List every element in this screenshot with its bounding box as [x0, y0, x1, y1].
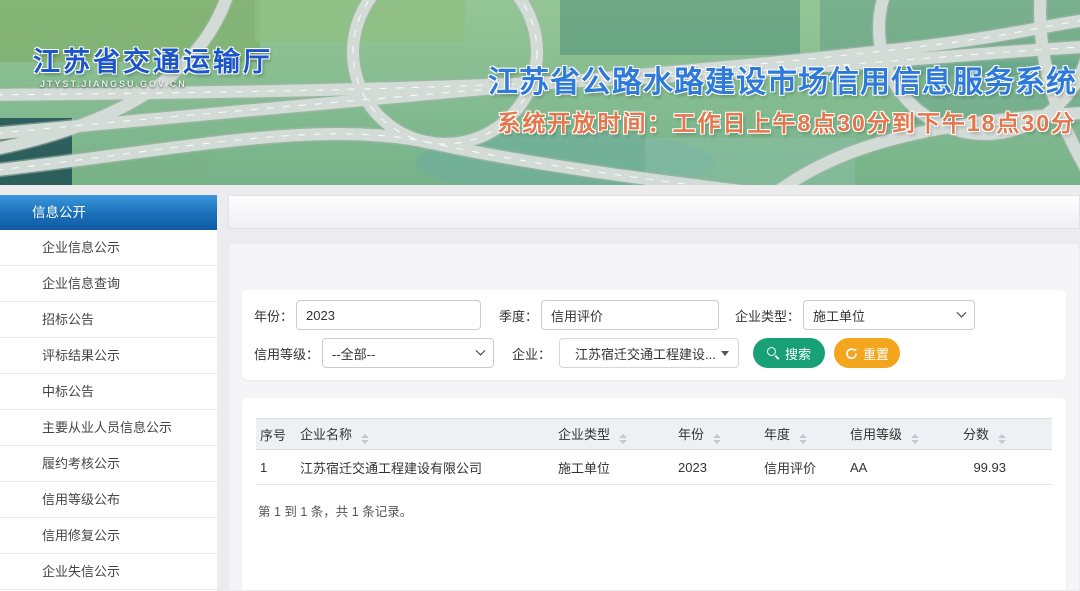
- sidebar-item-enterprise-info-query[interactable]: 企业信息查询: [0, 266, 217, 302]
- quarter-label: 季度：: [499, 306, 538, 325]
- sidebar-menu: 信息公开 企业信息公示 企业信息查询 招标公告 评标结果公示 中标公告 主要从业…: [0, 195, 217, 591]
- col-header-credit-level[interactable]: 信用等级: [846, 419, 952, 450]
- site-name: 江苏省交通运输厅: [33, 40, 273, 79]
- sidebar-item-credit-rating-release[interactable]: 信用等级公布: [0, 482, 217, 518]
- col-header-no: 序号: [256, 419, 296, 450]
- company-type-value: 施工单位: [813, 306, 958, 325]
- results-table-card: 序号 企业名称 企业类型 年份 年度 信用等级 分数 1: [242, 398, 1066, 591]
- system-open-time-notice: 系统开放时间：工作日上午8点30分到下午18点30分: [497, 104, 1076, 138]
- reset-button[interactable]: 重置: [834, 338, 900, 368]
- sidebar-item-enterprise-info-publicity[interactable]: 企业信息公示: [0, 230, 217, 266]
- company-type-label: 企业类型：: [735, 306, 800, 325]
- col-header-period[interactable]: 年度: [760, 419, 846, 450]
- records-summary: 第 1 到 1 条，共 1 条记录。: [256, 501, 1052, 520]
- cell-period: 信用评价: [760, 450, 846, 485]
- table-header-row: 序号 企业名称 企业类型 年份 年度 信用等级 分数: [256, 419, 1052, 450]
- cell-company-type: 施工单位: [554, 450, 674, 485]
- sort-icon: [619, 434, 627, 444]
- company-value: 江苏宿迁交通工程建设...: [569, 344, 721, 363]
- col-header-company-type[interactable]: 企业类型: [554, 419, 674, 450]
- sort-icon: [998, 434, 1006, 444]
- sort-icon: [713, 434, 721, 444]
- chevron-down-icon: [476, 345, 486, 355]
- sidebar-header-info-disclosure[interactable]: 信息公开: [0, 195, 217, 230]
- company-type-select[interactable]: 施工单位: [803, 300, 975, 330]
- credit-level-label: 信用等级：: [254, 344, 319, 363]
- chevron-down-icon: [957, 307, 967, 317]
- refresh-icon: [845, 347, 858, 360]
- sort-icon: [799, 434, 807, 444]
- system-title: 江苏省公路水路建设市场信用信息服务系统: [488, 57, 1077, 101]
- main-layout: 信息公开 企业信息公示 企业信息查询 招标公告 评标结果公示 中标公告 主要从业…: [0, 185, 1080, 591]
- header-banner: 江苏省交通运输厅 JTYST.JIANGSU.GOV.CN 江苏省公路水路建设市…: [0, 0, 1080, 185]
- results-table: 序号 企业名称 企业类型 年份 年度 信用等级 分数 1: [256, 418, 1052, 485]
- sidebar-item-bid-evaluation-result[interactable]: 评标结果公示: [0, 338, 217, 374]
- search-filter-card: 年份： 季度： 企业类型： 施工单位 信用等级： --全部--: [242, 290, 1066, 380]
- content-area: 年份： 季度： 企业类型： 施工单位 信用等级： --全部--: [228, 195, 1080, 591]
- filter-row-2: 信用等级： --全部-- 企业： 江苏宿迁交通工程建设... 搜索: [254, 338, 1054, 368]
- table-row: 1 江苏宿迁交通工程建设有限公司 施工单位 2023 信用评价 AA 99.93: [256, 450, 1052, 485]
- credit-level-value: --全部--: [332, 344, 477, 363]
- quarter-input[interactable]: [541, 300, 719, 330]
- sidebar-item-performance-assessment[interactable]: 履约考核公示: [0, 446, 217, 482]
- year-input[interactable]: [296, 300, 481, 330]
- search-button[interactable]: 搜索: [753, 338, 825, 368]
- sidebar-item-winning-bid-notice[interactable]: 中标公告: [0, 374, 217, 410]
- search-icon: [767, 347, 780, 360]
- company-select[interactable]: 江苏宿迁交通工程建设...: [559, 338, 739, 368]
- cell-no: 1: [256, 450, 296, 485]
- sidebar-item-tender-notice[interactable]: 招标公告: [0, 302, 217, 338]
- col-header-score[interactable]: 分数: [952, 419, 1052, 450]
- cell-score: 99.93: [952, 450, 1052, 485]
- caret-down-icon: [721, 351, 729, 356]
- site-url: JTYST.JIANGSU.GOV.CN: [40, 79, 187, 89]
- year-label: 年份：: [254, 306, 293, 325]
- page: 江苏省交通运输厅 JTYST.JIANGSU.GOV.CN 江苏省公路水路建设市…: [0, 0, 1080, 591]
- col-header-year[interactable]: 年份: [674, 419, 760, 450]
- cell-year: 2023: [674, 450, 760, 485]
- cell-company-name: 江苏宿迁交通工程建设有限公司: [296, 450, 554, 485]
- sidebar-item-credit-repair[interactable]: 信用修复公示: [0, 518, 217, 554]
- breadcrumb-bar: [228, 195, 1080, 229]
- sort-icon: [911, 434, 919, 444]
- company-label: 企业：: [512, 344, 551, 363]
- filter-row-1: 年份： 季度： 企业类型： 施工单位: [254, 300, 1054, 330]
- cell-credit-level: AA: [846, 450, 952, 485]
- content-panel: 年份： 季度： 企业类型： 施工单位 信用等级： --全部--: [228, 243, 1080, 591]
- sidebar-item-key-personnel-info[interactable]: 主要从业人员信息公示: [0, 410, 217, 446]
- credit-level-select[interactable]: --全部--: [322, 338, 494, 368]
- sidebar-item-enterprise-dishonesty[interactable]: 企业失信公示: [0, 554, 217, 590]
- sort-icon: [361, 434, 369, 444]
- col-header-company-name[interactable]: 企业名称: [296, 419, 554, 450]
